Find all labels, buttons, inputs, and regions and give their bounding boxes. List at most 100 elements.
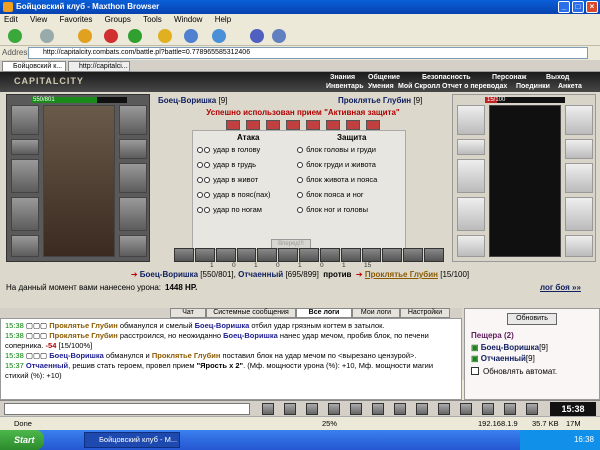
bookmark-icon[interactable]	[184, 29, 198, 43]
send-icon[interactable]	[262, 403, 274, 415]
skill-icon[interactable]	[326, 120, 340, 130]
nav-transfers[interactable]: Отчет о переводах	[442, 83, 507, 90]
nav-profile[interactable]: Анкета	[558, 83, 582, 90]
chat-target[interactable]: Проклятье Глубин	[152, 351, 221, 360]
chat-actor[interactable]: Проклятье Глубин	[49, 331, 118, 340]
item-slot-icon[interactable]	[174, 248, 194, 262]
zoom-level[interactable]: 25%	[322, 417, 337, 431]
defense-option[interactable]: блок живота и пояса	[297, 175, 377, 184]
vs-player2[interactable]: Отчаенный	[238, 270, 283, 279]
help-icon[interactable]	[482, 403, 494, 415]
maximize-button[interactable]: □	[572, 1, 584, 13]
item-slot-icon[interactable]	[361, 248, 382, 262]
item-slot-icon[interactable]	[299, 248, 319, 262]
nav-character[interactable]: Персонаж	[492, 74, 526, 81]
skill-icon[interactable]	[366, 120, 380, 130]
chat-target[interactable]: Боец-Воришка	[223, 331, 278, 340]
item-slot-icon[interactable]	[319, 248, 340, 262]
skill-icon[interactable]	[286, 120, 300, 130]
radio-icon[interactable]	[297, 192, 303, 198]
defense-option[interactable]: блок ног и головы	[297, 205, 368, 214]
item-slot-icon[interactable]	[215, 248, 236, 262]
nav-knowledge[interactable]: Знания	[330, 74, 355, 81]
forward-icon[interactable]	[40, 29, 54, 43]
menu-view[interactable]: View	[30, 15, 47, 24]
item-slot-icon[interactable]	[194, 248, 215, 262]
vs-player3[interactable]: Проклятье Глубин	[365, 270, 438, 279]
belt-slot-icon[interactable]	[11, 235, 39, 257]
battle-log-link[interactable]: лог боя »»	[540, 283, 581, 292]
room-member[interactable]: ▣ Боец-Воришка[9]	[471, 343, 548, 352]
skill-icon[interactable]	[346, 120, 360, 130]
tab-my-logs[interactable]: Мои логи	[352, 308, 400, 318]
radio-icon[interactable]	[197, 147, 203, 153]
mail-icon[interactable]	[372, 403, 384, 415]
nav-security[interactable]: Безопасность	[422, 74, 471, 81]
minimize-button[interactable]: _	[558, 1, 570, 13]
refresh-icon[interactable]	[128, 29, 142, 43]
radio-icon[interactable]	[204, 177, 210, 183]
gloves-slot-icon[interactable]	[119, 139, 147, 159]
auto-refresh-checkbox[interactable]	[471, 367, 479, 375]
earring-slot-icon[interactable]	[119, 105, 147, 135]
tab-system-messages[interactable]: Системные сообщения	[206, 308, 296, 318]
skill-icon[interactable]	[266, 120, 280, 130]
defense-option[interactable]: блок головы и груди	[297, 145, 376, 154]
menu-tools[interactable]: Tools	[143, 15, 162, 24]
favorites-star-icon[interactable]	[158, 29, 172, 43]
refresh-button[interactable]: Обновить	[507, 313, 557, 325]
radio-icon[interactable]	[204, 147, 210, 153]
chat-actor[interactable]: Боец-Воришка	[49, 351, 104, 360]
weapon-slot-icon[interactable]	[11, 159, 39, 193]
menu-help[interactable]: Help	[215, 15, 231, 24]
nav-exit[interactable]: Выход	[546, 74, 569, 81]
browser-tab[interactable]: http://capitalci...	[68, 61, 130, 72]
tab-settings[interactable]: Настройки	[400, 308, 450, 318]
item-slot-icon[interactable]	[403, 248, 424, 262]
radio-icon[interactable]	[204, 192, 210, 198]
attack-option[interactable]: удар в грудь	[197, 160, 256, 169]
attack-option[interactable]: удар в пояс(пах)	[197, 190, 271, 199]
chat-actor[interactable]: Отчаенный	[26, 361, 68, 370]
address-input[interactable]: http://capitalcity.combats.com/battle.pl…	[28, 47, 588, 59]
member-name[interactable]: Боец-Воришка	[481, 343, 539, 352]
member-name[interactable]: Отчаенный	[481, 354, 526, 363]
player-name[interactable]: Боец-Воришка	[158, 96, 216, 105]
item-slot-icon[interactable]	[340, 248, 361, 262]
clear-icon[interactable]	[284, 403, 296, 415]
menu-groups[interactable]: Groups	[105, 15, 131, 24]
item-slot-icon[interactable]	[278, 248, 299, 262]
skill-icon[interactable]	[306, 120, 320, 130]
radio-icon[interactable]	[204, 162, 210, 168]
skill-icon[interactable]	[226, 120, 240, 130]
amulet-slot-icon[interactable]	[11, 139, 39, 155]
start-button[interactable]: Start	[0, 430, 44, 450]
enemy-name[interactable]: Проклятье Глубин	[338, 96, 411, 105]
attack-option[interactable]: удар в живот	[197, 175, 258, 184]
shield-slot-icon[interactable]	[119, 163, 147, 193]
radio-icon[interactable]	[197, 177, 203, 183]
attack-option[interactable]: удар по ногам	[197, 205, 262, 214]
history-icon[interactable]	[460, 403, 472, 415]
defense-option[interactable]: блок пояса и ног	[297, 190, 364, 199]
boots-slot-icon[interactable]	[119, 235, 147, 257]
stop-icon[interactable]	[104, 29, 118, 43]
room-member[interactable]: ▣ Отчаенный[9]	[471, 354, 535, 363]
radio-icon[interactable]	[197, 207, 203, 213]
layout-icon[interactable]	[250, 29, 264, 43]
nav-fights[interactable]: Поединки	[516, 83, 550, 90]
tab-chat[interactable]: Чат	[170, 308, 206, 318]
back-icon[interactable]	[8, 29, 22, 43]
scroll-icon[interactable]	[350, 403, 362, 415]
undo-icon[interactable]	[212, 29, 226, 43]
taskbar-window[interactable]: Бойцовский клуб - M...	[84, 432, 180, 448]
nav-skills[interactable]: Умения	[368, 83, 394, 90]
armor-slot-icon[interactable]	[11, 197, 39, 231]
smile-icon[interactable]	[306, 403, 318, 415]
attack-option[interactable]: удар в голову	[197, 145, 260, 154]
radio-icon[interactable]	[297, 207, 303, 213]
nav-communication[interactable]: Общение	[368, 74, 400, 81]
radio-icon[interactable]	[197, 162, 203, 168]
exit-icon[interactable]	[526, 403, 538, 415]
settings-icon[interactable]	[438, 403, 450, 415]
